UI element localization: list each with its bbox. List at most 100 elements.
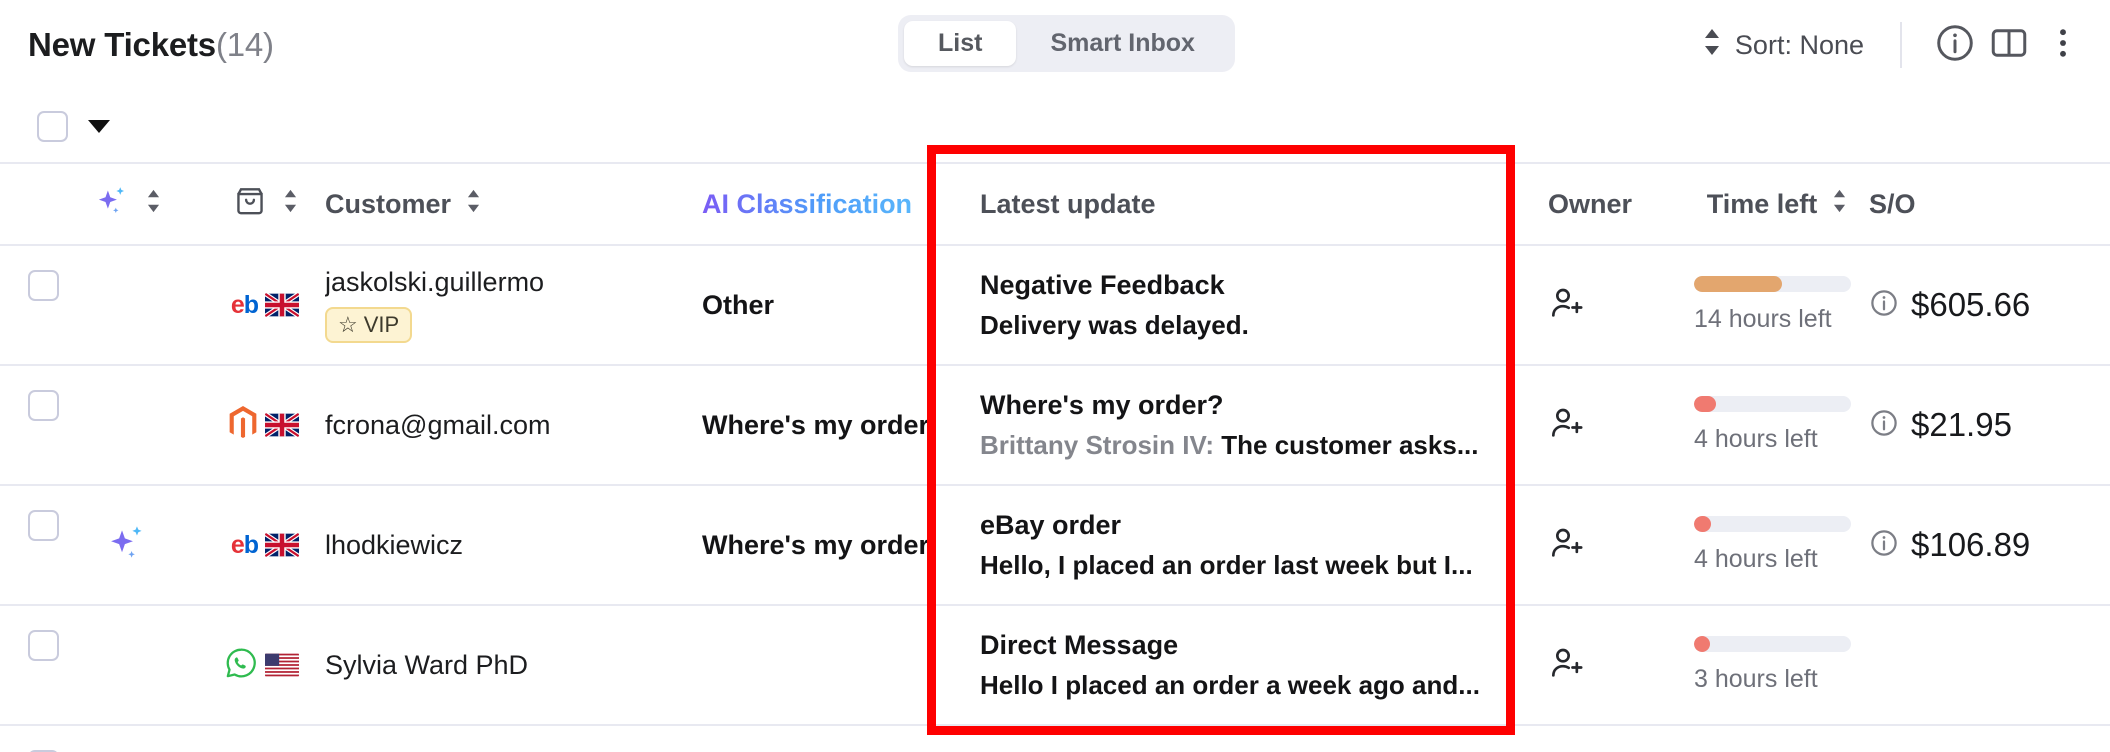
latest-update-title: Direct Message: [980, 629, 1179, 660]
row-time-left-cell: 4 hours left: [1676, 486, 1861, 604]
header-label-customer: Customer: [325, 188, 452, 219]
tab-smart-inbox[interactable]: Smart Inbox: [1016, 21, 1228, 66]
assign-owner-icon[interactable]: [1548, 643, 1588, 688]
row-latest-update-cell: eBay order Hello, I placed an order last…: [956, 486, 1526, 604]
row-ai-cell: [86, 726, 168, 752]
split-view-button[interactable]: [1982, 18, 2036, 72]
row-channel-cell: eb: [168, 246, 313, 364]
header-cell-channel[interactable]: [168, 164, 313, 244]
customer-name: Sylvia Ward PhD: [325, 649, 529, 680]
time-left-column-sort[interactable]: Time left: [1707, 188, 1849, 221]
top-bar-actions: Sort: None: [1690, 0, 2090, 90]
classification-value: Where's my order: [702, 529, 929, 560]
page-title-text: New Tickets: [28, 26, 216, 63]
sort-updown-icon: [1831, 188, 1848, 221]
latest-update-text: The customer asks...: [1221, 429, 1479, 460]
row-owner-cell[interactable]: [1526, 366, 1676, 484]
latest-update-author: Brittany Strosin IV:: [980, 429, 1222, 460]
assign-owner-icon[interactable]: [1548, 283, 1588, 328]
row-customer-cell: Sylvia Ward PhD: [313, 606, 688, 724]
sort-button[interactable]: Sort: None: [1690, 20, 1874, 71]
top-bar: New Tickets(14) List Smart Inbox Sort: N…: [0, 0, 2110, 90]
row-classification-cell: Other: [688, 246, 956, 364]
tab-list[interactable]: List: [904, 21, 1017, 66]
customer-name: lhodkiewicz: [325, 529, 464, 560]
header-cell-ai-classification: AI Classification: [688, 164, 956, 244]
table-header-row: Customer AI Classification Latest update…: [0, 162, 2110, 244]
row-classification-cell: [688, 726, 956, 752]
latest-update-text: Delivery was delayed.: [980, 309, 1249, 340]
latest-update-snippet: Delivery was delayed.: [980, 310, 1526, 341]
channel-column-sort[interactable]: [232, 183, 299, 226]
row-time-left-cell: [1676, 726, 1861, 752]
info-circle-icon[interactable]: [1869, 528, 1899, 563]
table-row[interactable]: eb jaskolski.guillermo ☆ VIP Other Negat…: [0, 244, 2110, 364]
row-channel-cell: eb: [168, 486, 313, 604]
header-label-latest-update: Latest update: [980, 188, 1156, 219]
header-cell-time-left[interactable]: Time left: [1676, 164, 1861, 244]
time-left-progress: [1694, 516, 1851, 532]
ai-column-sort[interactable]: [93, 182, 162, 227]
info-circle-icon[interactable]: [1869, 408, 1899, 443]
time-left-label: 4 hours left: [1694, 425, 1818, 453]
table-row[interactable]: eb lhodkiewicz Where's my order eBay ord…: [0, 484, 2110, 604]
select-all-checkbox[interactable]: [37, 110, 68, 142]
customer-name: fcrona@gmail.com: [325, 409, 551, 440]
row-so-cell: [1861, 726, 2110, 752]
row-channel-cell: [168, 366, 313, 484]
header-label-so: S/O: [1869, 188, 1916, 219]
ticket-count: (14): [215, 26, 274, 63]
row-checkbox-cell: [0, 486, 86, 604]
customer-name: jaskolski.guillermo: [325, 267, 545, 297]
more-options-button[interactable]: [2036, 18, 2090, 72]
bulk-select-bar: [0, 90, 2110, 162]
row-so-cell: $605.66: [1861, 246, 2110, 364]
sort-updown-icon: [282, 188, 299, 221]
row-checkbox[interactable]: [27, 510, 59, 541]
classification-value: Where's my order: [702, 409, 929, 440]
time-left-progress: [1694, 396, 1851, 412]
header-label-ai-classification: AI Classification: [702, 188, 913, 219]
table-row[interactable]: fcrona@gmail.com Where's my order Where'…: [0, 364, 2110, 484]
time-left-progress-fill: [1694, 516, 1712, 532]
sort-updown-icon: [465, 188, 482, 221]
header-cell-customer[interactable]: Customer: [313, 164, 688, 244]
row-time-left-cell: 14 hours left: [1676, 246, 1861, 364]
ebay-icon: eb: [230, 290, 259, 319]
assign-owner-icon[interactable]: [1548, 523, 1588, 568]
row-owner-cell[interactable]: [1526, 606, 1676, 724]
header-cell-so: S/O: [1861, 164, 2110, 244]
row-owner-cell[interactable]: [1526, 246, 1676, 364]
table-row[interactable]: Sylvia Ward PhD Direct Message Hello I p…: [0, 604, 2110, 724]
row-checkbox[interactable]: [27, 630, 59, 661]
row-checkbox[interactable]: [27, 270, 59, 301]
vip-badge: ☆ VIP: [325, 307, 413, 343]
row-classification-cell: Where's my order: [688, 486, 956, 604]
flag-gb-icon: [265, 413, 299, 437]
row-owner-cell[interactable]: [1526, 486, 1676, 604]
flag-gb-icon: [265, 533, 299, 557]
customer-column-sort[interactable]: Customer: [325, 188, 688, 221]
time-left-progress: [1694, 636, 1851, 652]
table-row[interactable]: [0, 724, 2110, 752]
ebay-icon: eb: [230, 530, 259, 559]
row-checkbox[interactable]: [27, 390, 59, 421]
header-cell-ai[interactable]: [86, 164, 168, 244]
row-owner-cell: [1526, 726, 1676, 752]
so-amount: $605.66: [1911, 286, 2031, 323]
time-left-progress: [1694, 276, 1851, 292]
chevron-down-icon[interactable]: [88, 119, 110, 133]
info-circle-icon[interactable]: [1869, 288, 1899, 323]
flag-us-icon: [265, 653, 299, 677]
header-cell-latest-update: Latest update: [956, 164, 1526, 244]
info-button[interactable]: [1928, 18, 1982, 72]
row-checkbox-cell: [0, 606, 86, 724]
ai-sparkle-icon: [93, 182, 131, 227]
sort-label: Sort: None: [1734, 29, 1864, 60]
assign-owner-icon[interactable]: [1548, 403, 1588, 448]
latest-update-title: Negative Feedback: [980, 269, 1225, 300]
row-so-cell: $21.95: [1861, 366, 2110, 484]
whatsapp-icon: [224, 646, 258, 685]
view-toggle: List Smart Inbox: [898, 15, 1235, 72]
shopping-bag-icon: [232, 183, 268, 226]
